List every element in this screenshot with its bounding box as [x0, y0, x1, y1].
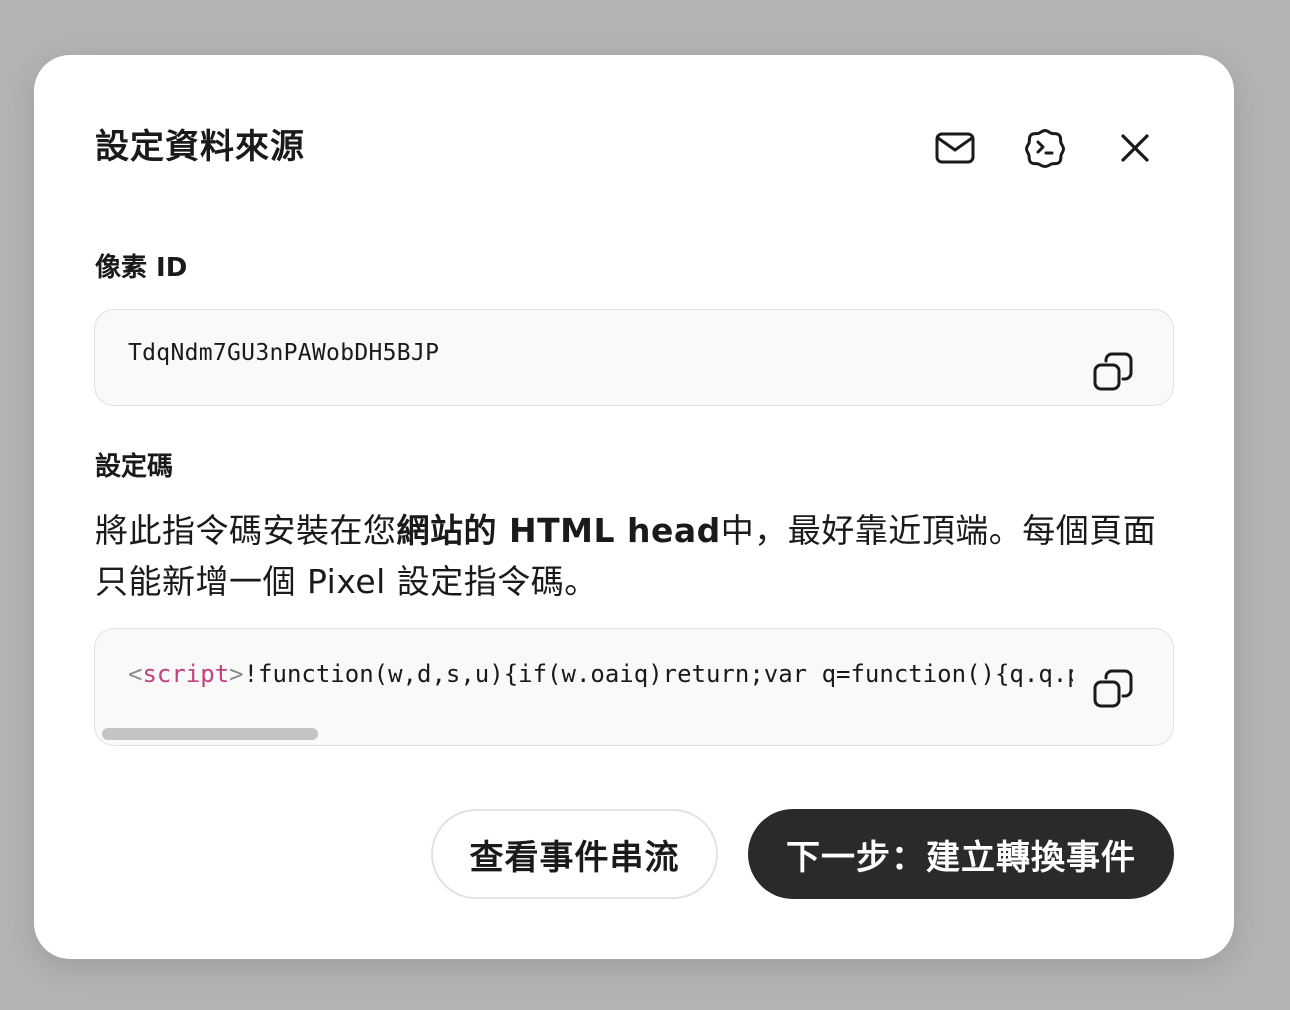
code-close-bracket: >	[229, 660, 244, 688]
pixel-id-label: 像素 ID	[95, 253, 188, 283]
copy-setup-code-button[interactable]	[1091, 667, 1135, 711]
copy-icon	[1093, 669, 1133, 708]
setup-code-description: 將此指令碼安裝在您網站的 HTML head中，最好靠近頂端。每個頁面只能新增一…	[95, 505, 1175, 607]
description-text: 將此指令碼安裝在您	[95, 511, 397, 550]
description-emphasis: 網站的 HTML head	[396, 511, 721, 550]
setup-code-label: 設定碼	[95, 452, 174, 482]
close-button[interactable]	[1110, 127, 1160, 169]
feedback-icon	[1025, 129, 1065, 168]
setup-data-source-dialog: 設定資料來源 像素 ID TdqNdm7GU3nPAWobDH5BJP 設定碼 …	[34, 55, 1234, 959]
pixel-id-field[interactable]: TdqNdm7GU3nPAWobDH5BJP	[94, 309, 1174, 406]
dialog-title: 設定資料來源	[95, 127, 305, 167]
copy-icon	[1093, 352, 1133, 391]
close-icon	[1121, 134, 1149, 162]
mail-icon	[935, 132, 975, 164]
copy-pixel-id-button[interactable]	[1091, 350, 1135, 394]
view-event-stream-button[interactable]: 查看事件串流	[431, 809, 718, 899]
pixel-id-value[interactable]: TdqNdm7GU3nPAWobDH5BJP	[128, 340, 439, 366]
horizontal-scrollbar[interactable]	[102, 728, 318, 740]
code-open-bracket: <	[128, 660, 143, 688]
setup-code-snippet[interactable]: <script>!function(w,d,s,u){if(w.oaiq)ret…	[128, 660, 1073, 688]
code-body: !function(w,d,s,u){if(w.oaiq)return;var …	[243, 660, 1073, 688]
feedback-button[interactable]	[1020, 127, 1070, 169]
dialog-header-actions	[930, 127, 1160, 169]
setup-code-field[interactable]: <script>!function(w,d,s,u){if(w.oaiq)ret…	[94, 628, 1174, 746]
email-button[interactable]	[930, 127, 980, 169]
next-create-conversion-button[interactable]: 下一步：建立轉換事件	[748, 809, 1174, 899]
code-tag-name: script	[142, 660, 230, 688]
